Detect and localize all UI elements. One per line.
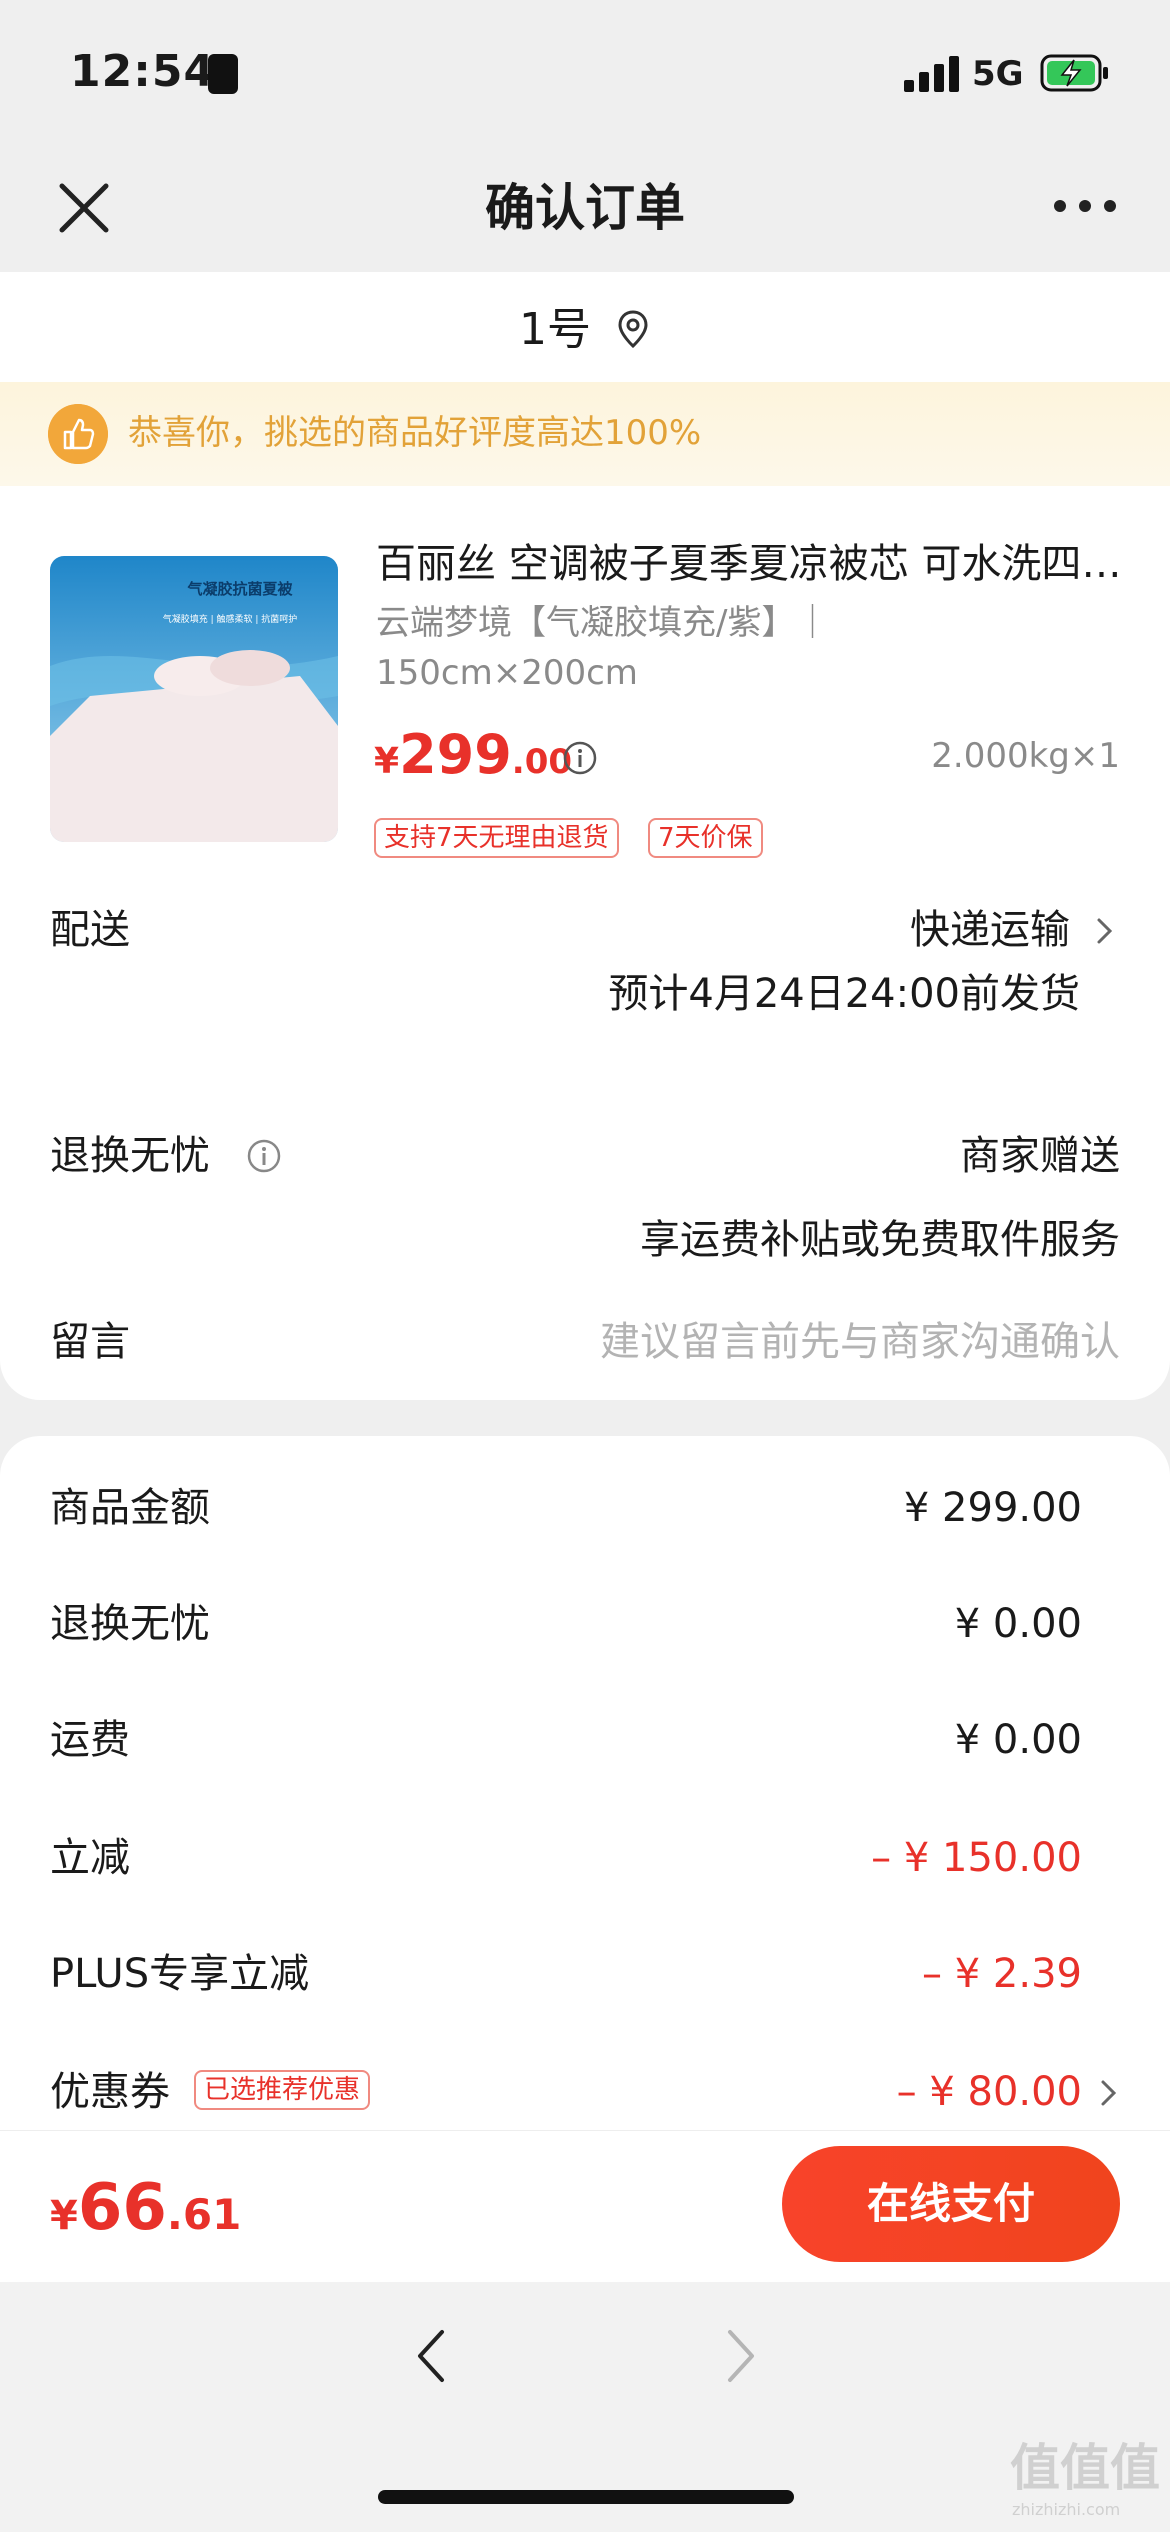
chevron-right-icon[interactable] — [1094, 914, 1116, 948]
returns-value: 商家赠送 — [960, 1133, 1120, 1179]
product-price: ¥299.00 — [374, 720, 572, 803]
return-policy-tag: 支持7天无理由退货 — [374, 818, 619, 858]
thumbs-up-icon — [48, 404, 108, 464]
summary-label-plus: PLUS专享立减 — [50, 1951, 310, 1997]
summary-value-returns: ¥ 0.00 — [954, 1601, 1082, 1647]
home-indicator[interactable] — [378, 2490, 794, 2504]
info-icon[interactable] — [562, 740, 598, 776]
summary-label-returns: 退换无忧 — [50, 1601, 210, 1647]
back-arrow-icon[interactable] — [412, 2326, 452, 2386]
summary-value-shipping: ¥ 0.00 — [954, 1717, 1082, 1763]
watermark-logo: 值值值 — [1010, 2439, 1160, 2497]
more-icon[interactable] — [1050, 186, 1120, 226]
product-title[interactable]: 百丽丝 空调被子夏季夏凉被芯 可水洗四季被 双人 — [376, 536, 1126, 592]
summary-label-shipping: 运费 — [50, 1717, 130, 1763]
returns-description: 享运费补贴或免费取件服务 — [640, 1217, 1120, 1263]
coupon-recommended-tag: 已选推荐优惠 — [194, 2070, 371, 2110]
summary-label-discount: 立减 — [50, 1835, 130, 1881]
total-integer: 66 — [77, 2171, 167, 2245]
status-bar: 12:54 5G — [0, 0, 1170, 150]
delivery-estimate: 预计4月24日24:00前发货 — [608, 971, 1080, 1017]
chevron-right-icon[interactable] — [1098, 2076, 1120, 2110]
forward-arrow-icon[interactable] — [720, 2326, 760, 2386]
delivery-method[interactable]: 快递运输 — [600, 902, 1070, 958]
returns-label: 退换无忧 — [50, 1133, 210, 1179]
weight-quantity: 2.000kg×1 — [931, 736, 1120, 776]
pay-online-button[interactable]: 在线支付 — [782, 2146, 1120, 2262]
signal-icon — [904, 56, 959, 92]
status-time: 12:54 — [70, 46, 216, 97]
store-address[interactable]: 1号 — [0, 300, 1170, 358]
summary-value-goods: ¥ 299.00 — [903, 1485, 1082, 1531]
page-title: 确认订单 — [485, 179, 685, 237]
banner-text: 恭喜你，挑选的商品好评度高达100% — [128, 413, 702, 453]
product-image[interactable]: 气凝胶抗菌夏被 气凝胶填充 | 触感柔软 | 抗菌呵护 — [50, 556, 338, 842]
focus-badge-icon — [208, 54, 238, 94]
store-name: 1号 — [519, 304, 591, 355]
summary-value-discount: – ¥ 150.00 — [871, 1835, 1082, 1881]
price-integer: 299 — [399, 723, 512, 786]
spec-line-1: 云端梦境【气凝胶填充/紫】｜ — [376, 603, 830, 643]
total-currency: ¥ — [50, 2193, 78, 2239]
message-label: 留言 — [50, 1319, 130, 1365]
image-headline: 气凝胶抗菌夏被 — [186, 580, 293, 598]
product-spec: 云端梦境【气凝胶填充/紫】｜ 150cm×200cm — [376, 598, 896, 698]
watermark-url: zhizhizhi.com — [1012, 2500, 1121, 2519]
summary-value-coupon[interactable]: – ¥ 80.00 — [522, 2064, 1082, 2120]
summary-label-coupon: 优惠券 — [50, 2069, 170, 2115]
summary-value-plus: – ¥ 2.39 — [922, 1951, 1082, 1997]
image-caption: 气凝胶填充 | 触感柔软 | 抗菌呵护 — [163, 613, 298, 625]
price-protect-tag: 7天价保 — [648, 818, 763, 858]
quilt-illustration: 气凝胶抗菌夏被 气凝胶填充 | 触感柔软 | 抗菌呵护 — [50, 556, 338, 842]
info-icon[interactable] — [246, 1138, 282, 1174]
summary-label-goods: 商品金额 — [50, 1485, 210, 1531]
total-decimal: .61 — [166, 2190, 242, 2239]
location-pin-icon — [618, 310, 648, 349]
currency-symbol: ¥ — [374, 741, 400, 782]
delivery-label: 配送 — [50, 907, 130, 953]
battery-charging-icon — [1040, 54, 1108, 92]
message-input[interactable]: 建议留言前先与商家沟通确认 — [440, 1314, 1120, 1370]
price-summary — [0, 1436, 1170, 2136]
total-price: ¥66.61 — [50, 2168, 241, 2264]
network-label: 5G — [972, 54, 1024, 94]
spec-line-2: 150cm×200cm — [376, 653, 638, 693]
